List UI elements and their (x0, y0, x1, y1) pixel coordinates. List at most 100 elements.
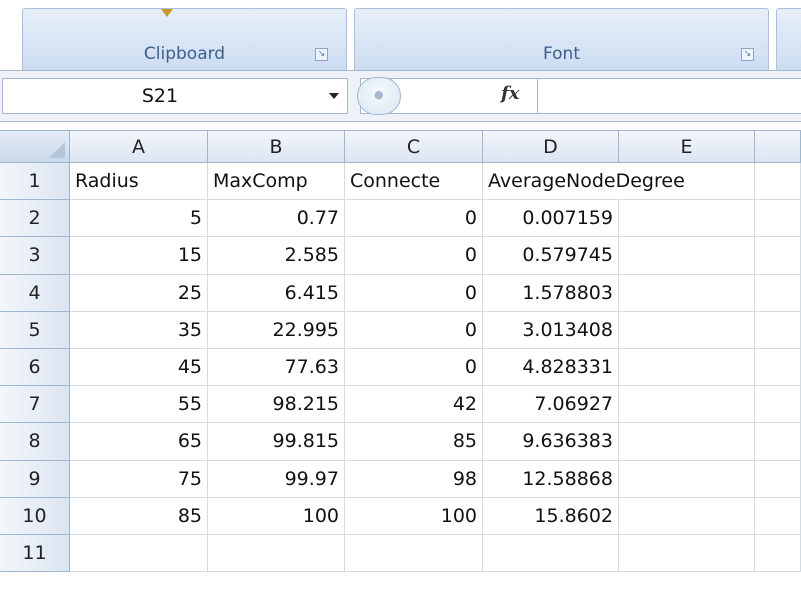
cell-a10[interactable]: 85 (70, 497, 208, 535)
select-all-corner[interactable] (0, 131, 70, 163)
cell-a5[interactable]: 35 (70, 311, 208, 349)
cell-f10[interactable] (755, 497, 801, 535)
cell-b3[interactable]: 2.585 (208, 237, 345, 275)
cell-f7[interactable] (755, 386, 801, 424)
cell-e5[interactable] (619, 311, 755, 349)
cell-b7[interactable]: 98.215 (208, 386, 345, 424)
cell-c6[interactable]: 0 (345, 349, 483, 387)
row-header-8[interactable]: 8 (0, 423, 70, 461)
cell-c8[interactable]: 85 (345, 423, 483, 461)
row-header-1[interactable]: 1 (0, 163, 70, 201)
cell-e2[interactable] (619, 200, 755, 238)
cell-e10[interactable] (619, 497, 755, 535)
formula-bar-expand-button[interactable]: ● (357, 77, 401, 115)
cell-c4[interactable]: 0 (345, 274, 483, 312)
cell-c10[interactable]: 100 (345, 497, 483, 535)
cell-f5[interactable] (755, 311, 801, 349)
paste-dropdown-icon[interactable] (161, 9, 173, 17)
cell-c9[interactable]: 98 (345, 460, 483, 498)
column-header-f[interactable] (755, 131, 801, 163)
cell-d5[interactable]: 3.013408 (483, 311, 619, 349)
cell-e3[interactable] (619, 237, 755, 275)
row-header-5[interactable]: 5 (0, 311, 70, 349)
insert-function-icon[interactable]: fx (501, 83, 519, 104)
cell-b5[interactable]: 22.995 (208, 311, 345, 349)
cell-a3[interactable]: 15 (70, 237, 208, 275)
cell-c2[interactable]: 0 (345, 200, 483, 238)
cell-e7[interactable] (619, 386, 755, 424)
cell-f3[interactable] (755, 237, 801, 275)
cell-b6[interactable]: 77.63 (208, 349, 345, 387)
cell-e4[interactable] (619, 274, 755, 312)
cell-c11[interactable] (345, 535, 483, 573)
formula-input-area[interactable]: ● fx (357, 77, 801, 115)
cell-b1[interactable]: MaxComp (208, 163, 345, 201)
name-box-dropdown-icon[interactable] (329, 93, 339, 99)
cell-d8[interactable]: 9.636383 (483, 423, 619, 461)
cell-a7[interactable]: 55 (70, 386, 208, 424)
cell-b4[interactable]: 6.415 (208, 274, 345, 312)
cell-f1[interactable] (755, 163, 801, 201)
cell-a1[interactable]: Radius (70, 163, 208, 201)
cell-c3[interactable]: 0 (345, 237, 483, 275)
cell-e1[interactable] (619, 163, 755, 201)
cell-f9[interactable] (755, 460, 801, 498)
name-box-value: S21 (141, 85, 179, 107)
cell-b2[interactable]: 0.77 (208, 200, 345, 238)
cell-e8[interactable] (619, 423, 755, 461)
column-header-c[interactable]: C (345, 131, 483, 163)
column-header-b[interactable]: B (208, 131, 345, 163)
cell-d1[interactable]: AverageNodeDegree (483, 163, 685, 201)
cell-d2[interactable]: 0.007159 (483, 200, 619, 238)
cell-d9[interactable]: 12.58868 (483, 460, 619, 498)
column-header-a[interactable]: A (70, 131, 208, 163)
cell-c7[interactable]: 42 (345, 386, 483, 424)
cell-e9[interactable] (619, 460, 755, 498)
row-header-4[interactable]: 4 (0, 274, 70, 312)
cell-a9[interactable]: 75 (70, 460, 208, 498)
cell-a2[interactable]: 5 (70, 200, 208, 238)
name-box[interactable]: S21 (2, 78, 348, 114)
font-group: Font ↘ (354, 8, 769, 70)
cell-f4[interactable] (755, 274, 801, 312)
column-header-d[interactable]: D (483, 131, 619, 163)
cell-d6[interactable]: 4.828331 (483, 349, 619, 387)
cell-a8[interactable]: 65 (70, 423, 208, 461)
cell-b8[interactable]: 99.815 (208, 423, 345, 461)
cell-b9[interactable]: 99.97 (208, 460, 345, 498)
cell-f11[interactable] (755, 535, 801, 573)
spreadsheet-grid: A B C D E 1 Radius MaxComp Connecte AverageNodeDe… (0, 130, 801, 616)
cell-b10[interactable]: 100 (208, 497, 345, 535)
cell-e6[interactable] (619, 349, 755, 387)
cell-d10[interactable]: 15.8602 (483, 497, 619, 535)
cell-a6[interactable]: 45 (70, 349, 208, 387)
row-header-3[interactable]: 3 (0, 237, 70, 275)
cell-c1[interactable]: Connecte (345, 163, 483, 201)
cell-f2[interactable] (755, 200, 801, 238)
row-header-11[interactable]: 11 (0, 535, 70, 573)
row-header-9[interactable]: 9 (0, 460, 70, 498)
ribbon: Clipboard ↘ Font ↘ (0, 0, 801, 70)
cell-d7[interactable]: 7.06927 (483, 386, 619, 424)
select-all-icon (49, 142, 65, 158)
clipboard-group-label: Clipboard (143, 44, 226, 64)
row-header-10[interactable]: 10 (0, 497, 70, 535)
formula-separator (537, 79, 538, 113)
clipboard-dialog-launcher-icon[interactable]: ↘ (315, 48, 328, 61)
row-header-6[interactable]: 6 (0, 349, 70, 387)
cell-a11[interactable] (70, 535, 208, 573)
cell-c5[interactable]: 0 (345, 311, 483, 349)
column-header-e[interactable]: E (619, 131, 755, 163)
next-ribbon-group (776, 8, 801, 70)
cell-a4[interactable]: 25 (70, 274, 208, 312)
row-header-7[interactable]: 7 (0, 386, 70, 424)
font-dialog-launcher-icon[interactable]: ↘ (741, 48, 754, 61)
cell-b11[interactable] (208, 535, 345, 573)
row-header-2[interactable]: 2 (0, 200, 70, 238)
cell-d11[interactable] (483, 535, 619, 573)
cell-f6[interactable] (755, 349, 801, 387)
cell-d4[interactable]: 1.578803 (483, 274, 619, 312)
cell-e11[interactable] (619, 535, 755, 573)
cell-f8[interactable] (755, 423, 801, 461)
cell-d3[interactable]: 0.579745 (483, 237, 619, 275)
